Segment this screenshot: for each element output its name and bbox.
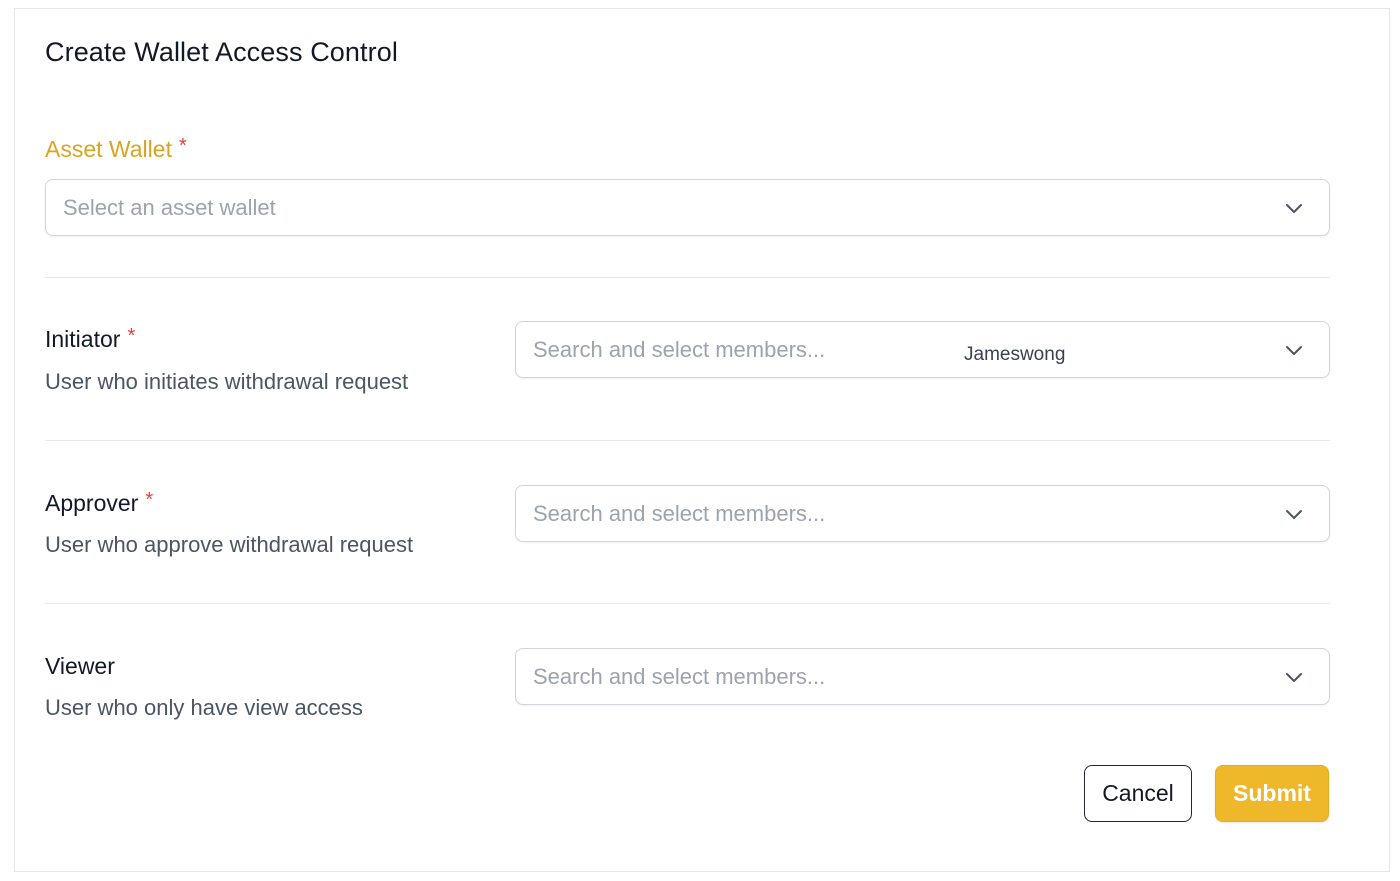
- initiator-label: Initiator *: [45, 326, 135, 353]
- viewer-description: User who only have view access: [45, 695, 363, 720]
- chevron-down-icon: [1283, 666, 1305, 688]
- viewer-member-select[interactable]: Search and select members...: [515, 648, 1330, 705]
- approver-member-select[interactable]: Search and select members...: [515, 485, 1330, 542]
- approver-placeholder: Search and select members...: [533, 500, 826, 526]
- asset-wallet-select[interactable]: Select an asset wallet: [45, 179, 1330, 236]
- chevron-down-icon: [1283, 197, 1305, 219]
- initiator-placeholder: Search and select members...: [533, 336, 826, 362]
- submit-button[interactable]: Submit: [1215, 765, 1329, 822]
- cancel-button[interactable]: Cancel: [1084, 765, 1192, 822]
- approver-label: Approver *: [45, 490, 153, 517]
- required-marker: *: [178, 135, 187, 157]
- approver-description: User who approve withdrawal request: [45, 532, 414, 557]
- create-wallet-access-control-form: Create Wallet Access Control Asset Walle…: [14, 8, 1390, 872]
- form-title: Create Wallet Access Control: [45, 37, 398, 67]
- asset-wallet-label: Asset Wallet *: [45, 136, 187, 163]
- initiator-member-select[interactable]: Search and select members... Jameswong: [515, 321, 1330, 378]
- viewer-label-text: Viewer: [45, 653, 115, 679]
- viewer-label: Viewer: [45, 653, 115, 680]
- divider: [45, 603, 1330, 604]
- asset-wallet-placeholder: Select an asset wallet: [63, 194, 276, 220]
- required-marker: *: [127, 325, 136, 347]
- asset-wallet-label-text: Asset Wallet: [45, 136, 172, 162]
- viewer-placeholder: Search and select members...: [533, 663, 826, 689]
- approver-label-text: Approver: [45, 490, 139, 516]
- initiator-label-text: Initiator: [45, 326, 121, 352]
- divider: [45, 440, 1330, 441]
- divider: [45, 277, 1330, 278]
- initiator-description: User who initiates withdrawal request: [45, 369, 409, 394]
- chevron-down-icon: [1283, 503, 1305, 525]
- chevron-down-icon: [1283, 339, 1305, 361]
- selected-member: Jameswong: [964, 344, 1066, 365]
- required-marker: *: [145, 489, 154, 511]
